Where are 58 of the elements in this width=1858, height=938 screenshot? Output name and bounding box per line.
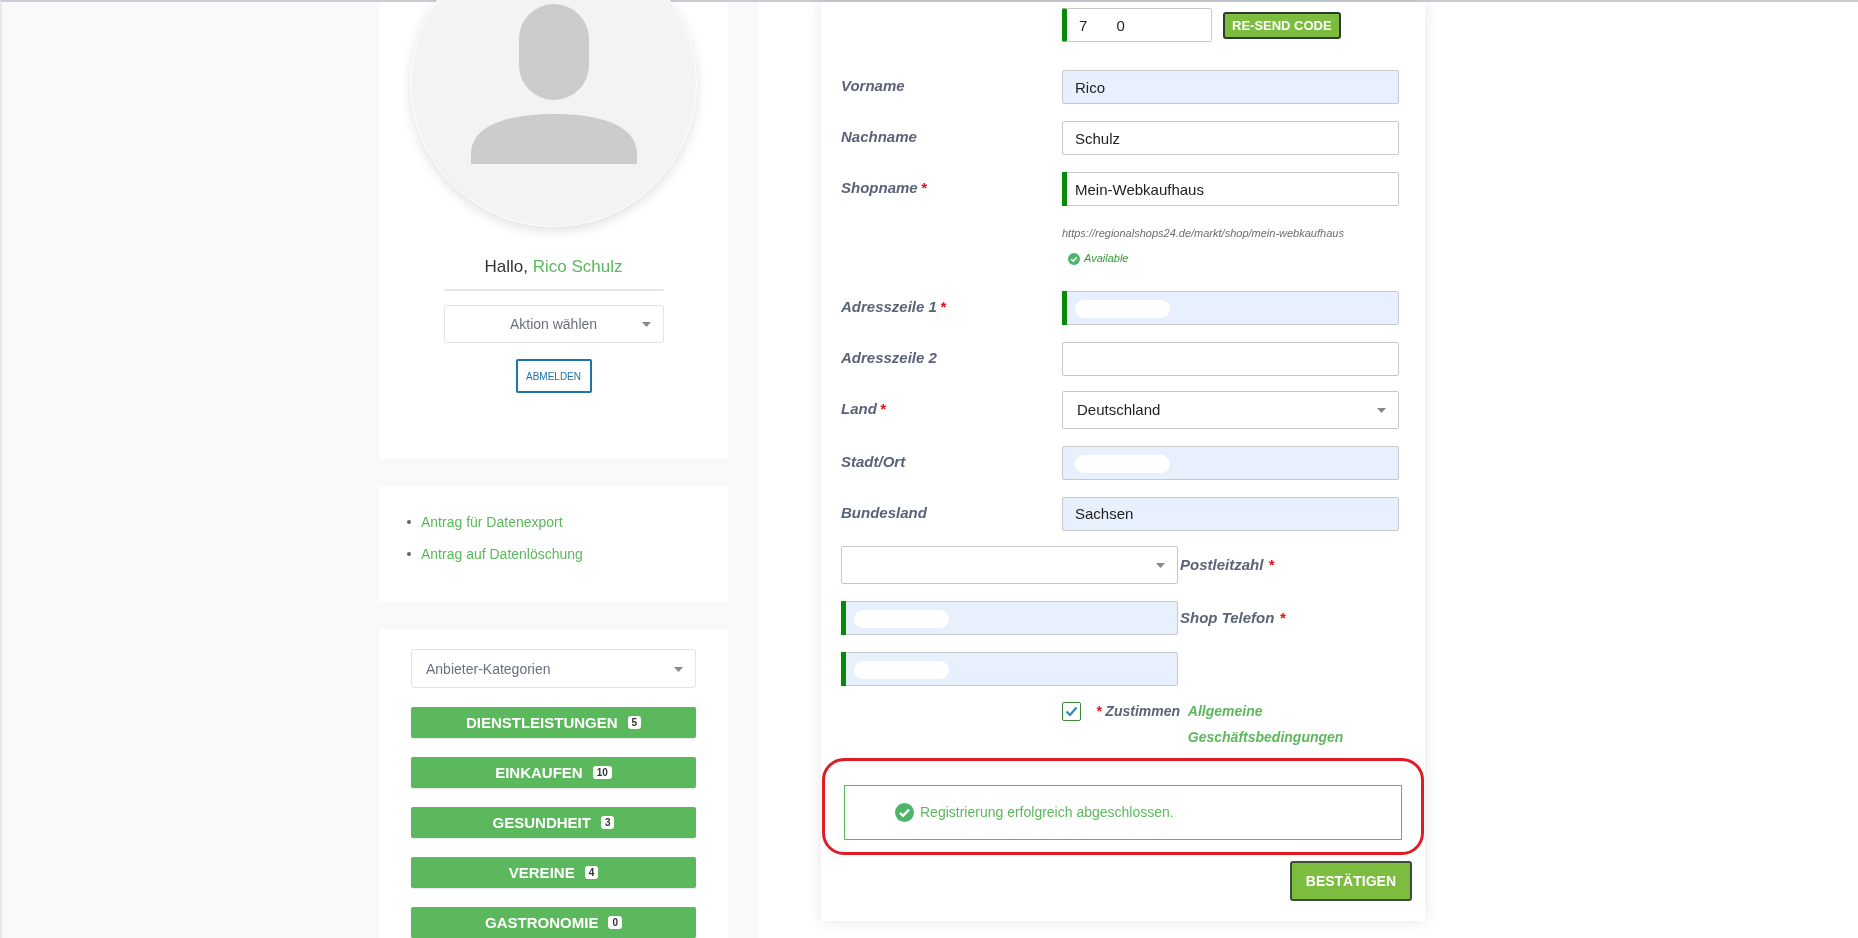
category-button[interactable]: VEREINE 4 — [411, 857, 696, 888]
bullet-icon — [407, 552, 411, 556]
person-silhouette-icon — [470, 3, 637, 164]
caret-icon — [641, 322, 651, 327]
country-select[interactable]: Deutschland — [1062, 390, 1399, 429]
field-label: Stadt/Ort — [841, 451, 906, 470]
caret-icon — [674, 666, 683, 672]
text-field[interactable] — [1062, 445, 1399, 480]
field-label: Vorname — [841, 76, 905, 94]
bullet-icon — [407, 520, 411, 524]
agree-text: Zustimmen — [1105, 702, 1181, 719]
count-badge: 0 — [608, 916, 622, 929]
code-field[interactable]: 7 0 — [1062, 8, 1212, 42]
category-button[interactable]: DIENSTLEISTUNGEN 5 — [411, 707, 696, 738]
check-icon — [1065, 705, 1078, 717]
availability-status: Available — [1084, 251, 1129, 266]
postcode-select[interactable] — [841, 545, 1178, 584]
field-label: Postleitzahl — [1180, 554, 1264, 573]
required-mark: * — [920, 178, 927, 196]
category-button[interactable]: GESUNDHEIT 3 — [411, 807, 696, 838]
required-mark: * — [1268, 554, 1275, 573]
field-label: Nachname — [841, 127, 917, 145]
category-button[interactable]: GASTRONOMIE 0 — [411, 907, 696, 938]
count-badge: 4 — [584, 866, 599, 879]
category-select[interactable]: Anbieter-Kategorien — [411, 649, 696, 688]
count-badge: 5 — [627, 716, 642, 729]
alert-message: Registrierung erfolgreich abgeschlossen. — [920, 804, 1174, 820]
greeting-text: Hallo, — [484, 257, 528, 276]
required-mark: * — [1279, 607, 1286, 626]
text-field[interactable] — [841, 651, 1178, 686]
check-circle-icon — [895, 802, 914, 822]
required-mark: * — [1096, 702, 1102, 719]
shop-url: https://regionalshops24.de/markt/shop/mein-webkaufhaus — [1062, 227, 1344, 239]
text-field[interactable]: Schulz — [1062, 121, 1399, 155]
required-mark: * — [879, 398, 886, 417]
user-name: Rico Schulz — [532, 257, 623, 276]
count-badge: 3 — [600, 816, 615, 829]
caret-icon — [1156, 562, 1165, 568]
category-button[interactable]: EINKAUFEN 10 — [411, 757, 696, 788]
count-badge: 10 — [592, 766, 612, 779]
field-label: Shopname — [841, 178, 918, 196]
text-field[interactable]: Rico — [1062, 70, 1399, 104]
terms-checkbox[interactable] — [1062, 701, 1081, 721]
caret-icon — [1377, 407, 1386, 413]
field-label: Shop Telefon — [1180, 607, 1275, 626]
field-label: Adresszeile 1 — [841, 296, 937, 315]
field-label: Adresszeile 2 — [841, 347, 937, 366]
required-mark: * — [939, 296, 946, 315]
text-field[interactable] — [841, 600, 1178, 635]
field-label: Bundesland — [841, 502, 927, 521]
check-circle-icon — [1068, 252, 1080, 265]
action-select[interactable]: Aktion wählen — [443, 305, 664, 343]
text-field[interactable]: Mein-Webkaufhaus — [1062, 172, 1399, 206]
text-field[interactable] — [1062, 290, 1399, 325]
text-field[interactable]: Sachsen — [1062, 496, 1399, 531]
text-field[interactable] — [1062, 341, 1399, 376]
logout-button[interactable]: ABMELDEN — [515, 359, 592, 393]
field-label: Land — [841, 398, 877, 417]
